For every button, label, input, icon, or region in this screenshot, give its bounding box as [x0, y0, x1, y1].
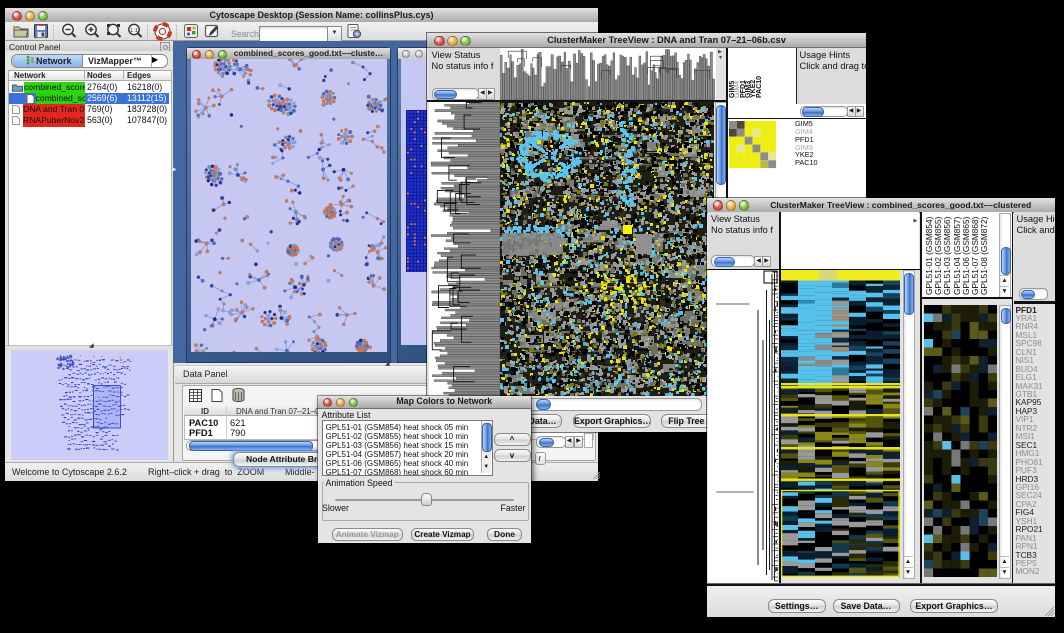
svg-text:1:1: 1:1: [130, 28, 138, 34]
